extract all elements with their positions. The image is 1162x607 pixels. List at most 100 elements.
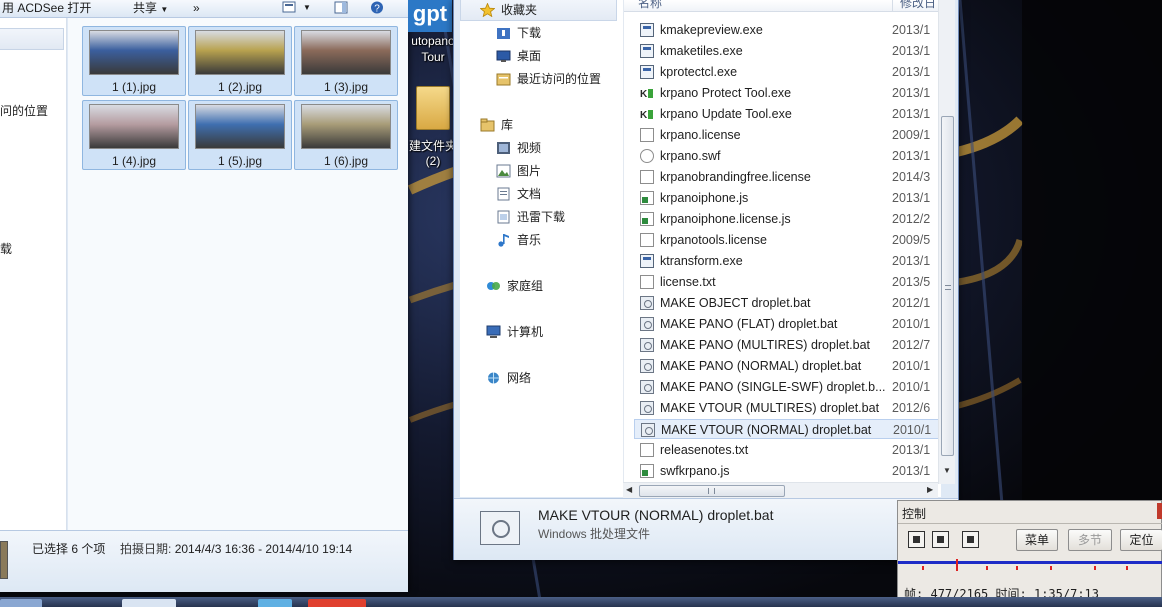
help-icon[interactable]: ? — [370, 1, 384, 15]
panorama-thumbnail-image — [89, 104, 179, 149]
file-row[interactable]: MAKE PANO (MULTIRES) droplet.bat 2012/7 — [634, 335, 942, 355]
start-button[interactable] — [0, 599, 42, 607]
thumbnail-item[interactable]: 1 (6).jpg — [294, 100, 398, 170]
file-name: krpanobrandingfree.license — [660, 170, 811, 184]
chapter-marker — [1094, 566, 1096, 570]
file-row[interactable]: license.txt 2013/5 — [634, 272, 942, 292]
horizontal-scrollbar[interactable]: ◀ ▶ — [623, 482, 938, 498]
network-icon — [486, 371, 501, 385]
nav-desktop-label: 桌面 — [517, 49, 542, 63]
file-row[interactable]: MAKE VTOUR (NORMAL) droplet.bat 2010/1 — [634, 419, 942, 439]
menu-button[interactable]: 菜单 — [1016, 529, 1058, 551]
file-row[interactable]: MAKE PANO (SINGLE-SWF) droplet.b... 2010/… — [634, 377, 942, 397]
music-note-icon — [496, 233, 511, 247]
panorama-thumbnail-image — [89, 30, 179, 75]
folder-icon[interactable] — [416, 86, 450, 130]
file-name: swfkrpano.js — [660, 464, 730, 478]
column-modified-header[interactable]: 修改日 — [900, 0, 936, 11]
desktop-shortcut-autopano-tour[interactable]: gpt utopano Tour 建文件夹 (2) — [408, 0, 457, 175]
thumbnail-label: 1 (1).jpg — [111, 80, 157, 94]
nav-downloads[interactable]: 载 — [0, 240, 12, 257]
thumbnail-item[interactable]: 1 (4).jpg — [82, 100, 186, 170]
nav-recent-places[interactable]: 问的位置 — [0, 102, 48, 119]
file-row[interactable]: krpanotools.license 2009/5 — [634, 230, 942, 250]
shortcut-label-line2: Tour — [421, 50, 445, 64]
left-navigation-pane: 问的位置 载 — [0, 18, 67, 530]
file-row[interactable]: krpanoiphone.license.js 2012/2 — [634, 209, 942, 229]
file-modified-date: 2013/1 — [892, 86, 931, 100]
file-row[interactable]: Kkrpano Protect Tool.exe 2013/1 — [634, 83, 942, 103]
scroll-down-arrow-icon[interactable]: ▼ — [943, 466, 951, 475]
file-modified-date: 2012/6 — [892, 401, 931, 415]
nav-favorites-label: 收藏夹 — [501, 3, 538, 17]
control-title: 控制 — [902, 507, 927, 521]
file-row[interactable]: MAKE PANO (NORMAL) droplet.bat 2010/1 — [634, 356, 942, 376]
scroll-right-arrow-icon[interactable]: ▶ — [927, 485, 933, 494]
file-modified-date: 2013/1 — [892, 107, 931, 121]
file-row[interactable]: swfkrpano.js 2013/1 — [634, 461, 942, 481]
file-row[interactable]: kprotectcl.exe 2013/1 — [634, 62, 942, 82]
share-menu-button[interactable]: 共享 ▼ — [133, 1, 168, 17]
file-row[interactable]: kmakepreview.exe 2013/1 — [634, 20, 942, 40]
horizontal-scroll-thumb[interactable] — [639, 485, 785, 497]
doc-file-icon — [640, 233, 654, 247]
file-name: MAKE PANO (NORMAL) droplet.bat — [660, 359, 862, 373]
taskbar-app-button[interactable] — [258, 599, 292, 607]
chapter-button[interactable]: 多节 — [1068, 529, 1112, 551]
thumbnail-item[interactable]: 1 (5).jpg — [188, 100, 292, 170]
vertical-scrollbar[interactable]: ▼ — [938, 0, 955, 484]
file-row[interactable]: kmaketiles.exe 2013/1 — [634, 41, 942, 61]
locate-button[interactable]: 定位 — [1120, 529, 1162, 551]
file-modified-date: 2013/1 — [892, 443, 931, 457]
file-row[interactable]: krpano.license 2009/1 — [634, 125, 942, 145]
view-options-icon[interactable] — [282, 1, 296, 14]
bat-file-icon — [640, 338, 654, 352]
file-modified-date: 2012/2 — [892, 212, 931, 226]
chapter-marker — [1016, 566, 1018, 570]
file-list: 名称 修改日 kmakepreview.exe 2013/1 kmaketiles.… — [623, 0, 942, 497]
file-row[interactable]: ktransform.exe 2013/1 — [634, 251, 942, 271]
doc-file-icon — [640, 170, 654, 184]
nav-videos-label: 视频 — [517, 141, 542, 155]
scroll-left-arrow-icon[interactable]: ◀ — [626, 485, 632, 494]
close-icon[interactable] — [1157, 503, 1162, 519]
chevron-down-icon: ▼ — [160, 5, 169, 14]
file-row[interactable]: MAKE OBJECT droplet.bat 2012/1 — [634, 293, 942, 313]
file-name: krpano.swf — [660, 149, 721, 163]
pause-button[interactable] — [908, 531, 925, 548]
column-separator[interactable] — [892, 0, 893, 12]
playhead[interactable] — [956, 559, 958, 571]
step-forward-button[interactable] — [962, 531, 979, 548]
playback-timeline[interactable] — [898, 559, 1162, 575]
chapter-marker — [922, 566, 924, 570]
exe-file-icon — [640, 44, 654, 58]
thumbnail-item[interactable]: 1 (1).jpg — [82, 26, 186, 96]
thumbnail-label: 1 (4).jpg — [111, 154, 157, 168]
taskbar-explorer-button[interactable] — [122, 599, 176, 607]
file-row[interactable]: releasenotes.txt 2013/1 — [634, 440, 942, 460]
file-row[interactable]: krpanoiphone.js 2013/1 — [634, 188, 942, 208]
file-row[interactable]: MAKE PANO (FLAT) droplet.bat 2010/1 — [634, 314, 942, 334]
file-modified-date: 2010/1 — [892, 359, 931, 373]
nav-homegroup-label: 家庭组 — [507, 279, 544, 293]
column-header: 名称 修改日 — [624, 0, 942, 12]
file-name: krpanoiphone.license.js — [660, 212, 791, 226]
file-row[interactable]: MAKE VTOUR (MULTIRES) droplet.bat 2012/6 — [634, 398, 942, 418]
view-dropdown-icon[interactable]: ▼ — [303, 1, 311, 15]
file-row[interactable]: krpano.swf 2013/1 — [634, 146, 942, 166]
stop-button[interactable] — [932, 531, 949, 548]
nav-selected-item[interactable] — [0, 28, 64, 50]
open-with-acdsee-button[interactable]: 用 ACDSee 打开 — [2, 1, 91, 15]
thumbnail-label: 1 (2).jpg — [217, 80, 263, 94]
column-name-header[interactable]: 名称 — [638, 0, 662, 11]
more-commands-button[interactable]: » — [193, 1, 200, 15]
taskbar-app-button[interactable] — [308, 599, 366, 607]
file-row[interactable]: krpanobrandingfree.license 2014/3 — [634, 167, 942, 187]
thumbnail-item[interactable]: 1 (2).jpg — [188, 26, 292, 96]
file-row[interactable]: Kkrpano Update Tool.exe 2013/1 — [634, 104, 942, 124]
js-file-icon — [640, 464, 654, 478]
vertical-scroll-thumb[interactable] — [941, 116, 954, 456]
preview-pane-icon[interactable] — [334, 1, 348, 14]
thumbnail-item[interactable]: 1 (3).jpg — [294, 26, 398, 96]
scroll-grip-icon — [708, 488, 715, 494]
